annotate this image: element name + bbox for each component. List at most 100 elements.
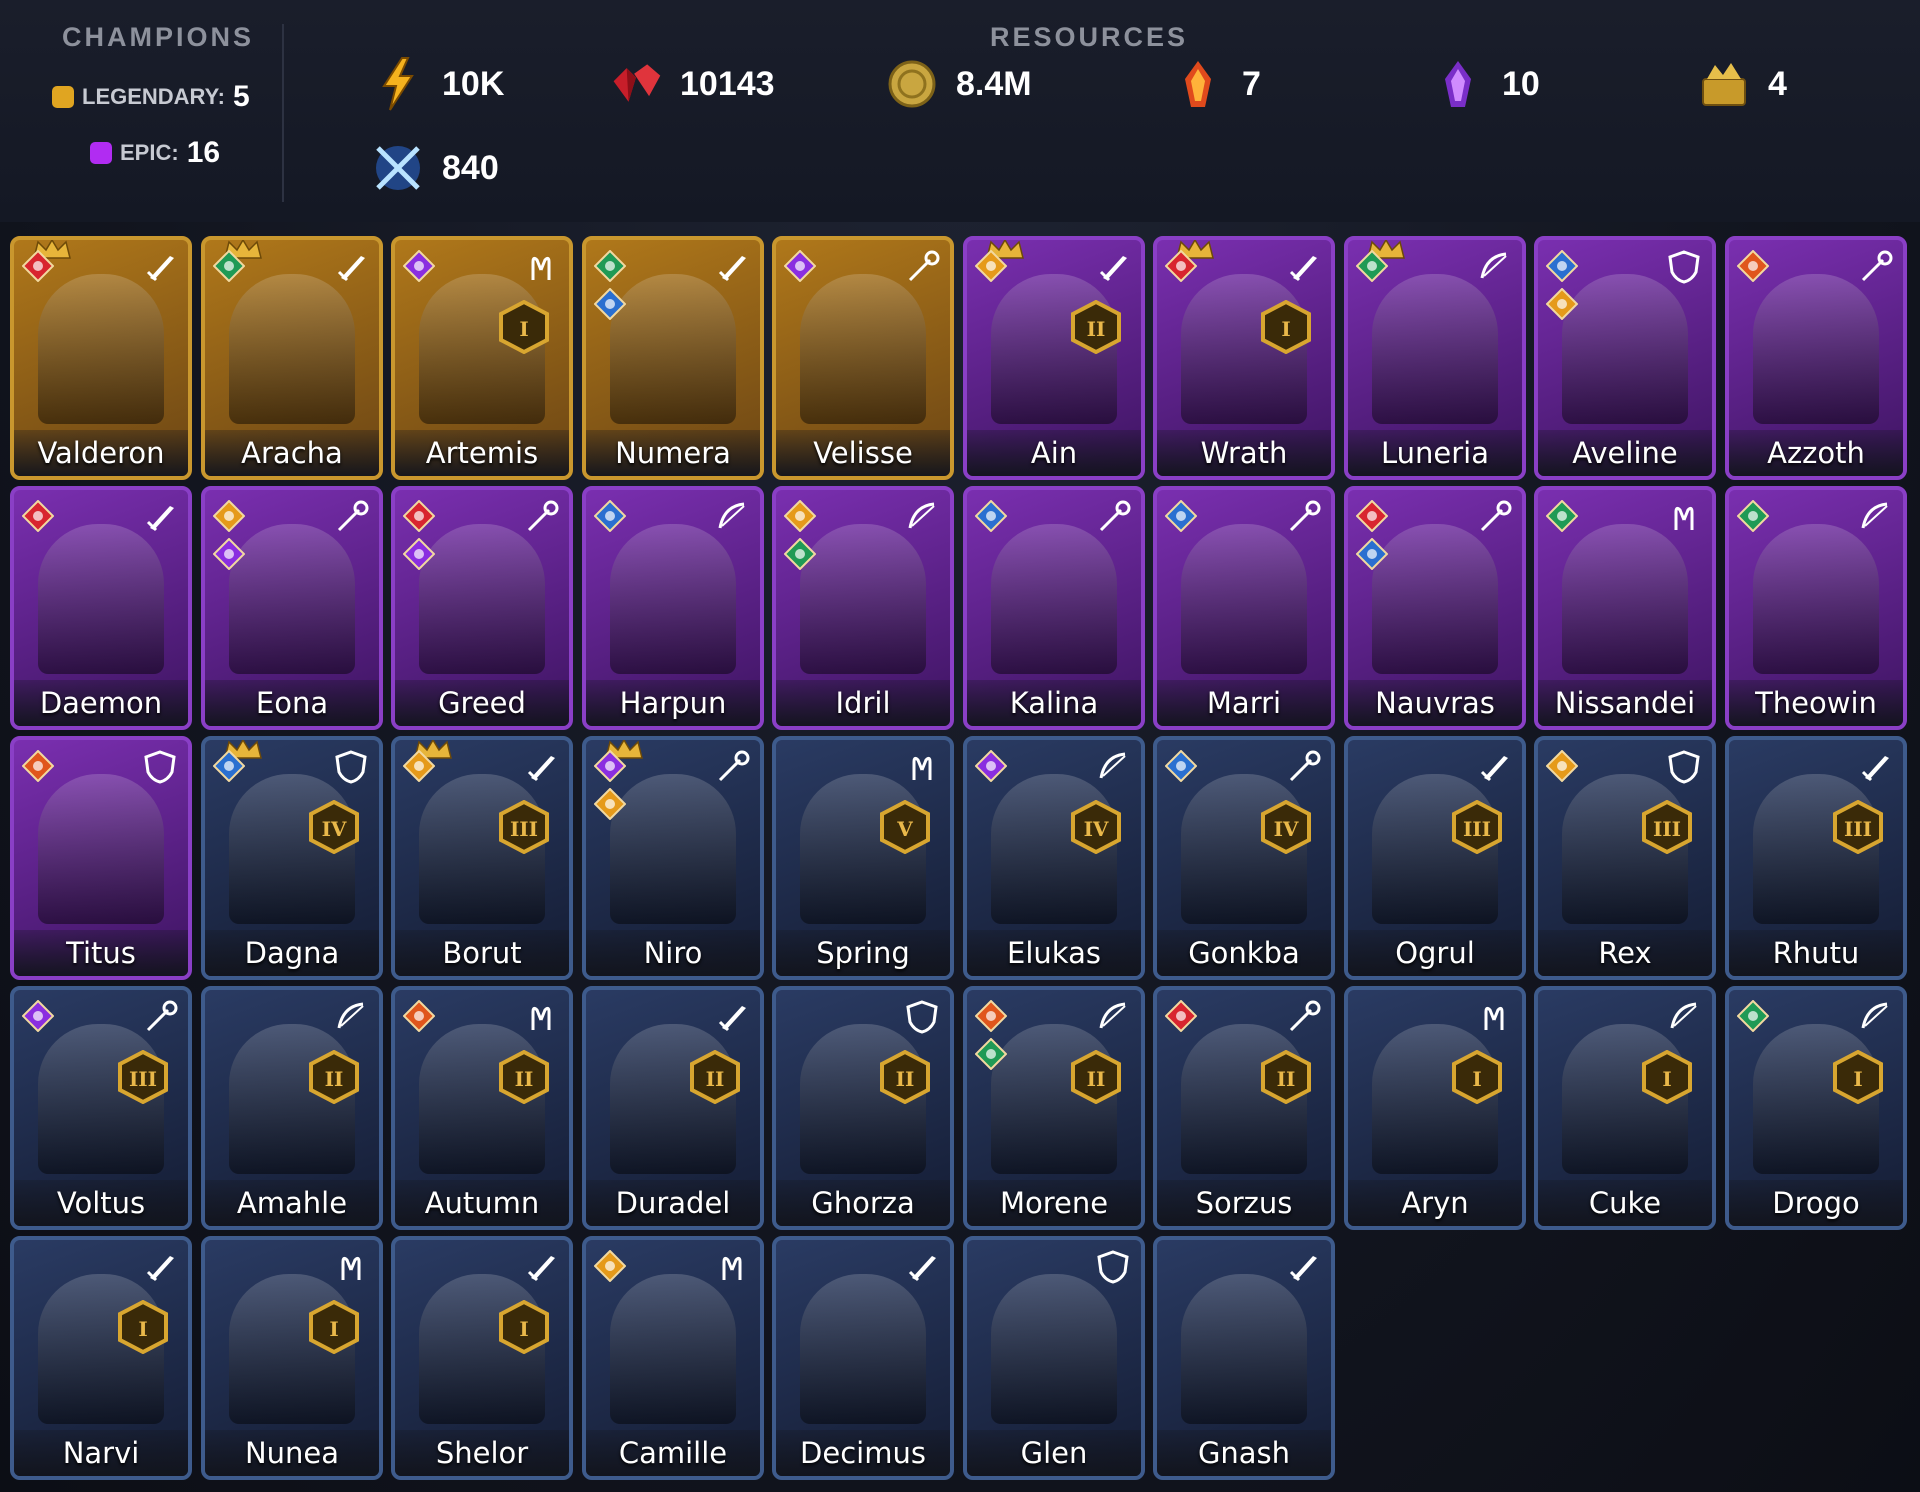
champion-card-narvi[interactable]: I Narvi: [10, 1236, 192, 1480]
svg-text:II: II: [1277, 1067, 1296, 1091]
champion-card-ogrul[interactable]: III Ogrul: [1344, 736, 1526, 980]
ascension-rank-badge: III: [118, 1050, 168, 1104]
champion-card-glen[interactable]: Glen: [963, 1236, 1145, 1480]
sword-icon: [1480, 756, 1508, 782]
ascension-rank-badge: II: [1071, 1050, 1121, 1104]
svg-text:I: I: [519, 1317, 528, 1341]
spirit-icon: [1737, 1000, 1769, 1032]
champion-name: Drogo: [1772, 1186, 1860, 1220]
champion-card-amahle[interactable]: II Amahle: [201, 986, 383, 1230]
champion-card-decimus[interactable]: Decimus: [772, 1236, 954, 1480]
champion-card-camille[interactable]: Camille: [582, 1236, 764, 1480]
champion-card-duradel[interactable]: II Duradel: [582, 986, 764, 1230]
ascension-rank-badge: I: [309, 1300, 359, 1354]
champion-card-gonkba[interactable]: IV Gonkba: [1153, 736, 1335, 980]
void-icon: [403, 250, 435, 282]
champion-card-daemon[interactable]: Daemon: [10, 486, 192, 730]
champion-card-cuke[interactable]: I Cuke: [1534, 986, 1716, 1230]
champion-card-wrath[interactable]: I Wrath: [1153, 236, 1335, 480]
champion-card-spring[interactable]: V Spring: [772, 736, 954, 980]
champion-portrait: [800, 274, 926, 424]
champion-card-ghorza[interactable]: II Ghorza: [772, 986, 954, 1230]
magic-icon: [594, 288, 626, 320]
sun-icon: [594, 788, 626, 820]
champion-card-harpun[interactable]: Harpun: [582, 486, 764, 730]
champion-card-kalina[interactable]: Kalina: [963, 486, 1145, 730]
bow-icon: [1861, 502, 1888, 529]
champion-card-nunea[interactable]: I Nunea: [201, 1236, 383, 1480]
sword-icon: [527, 756, 555, 782]
shield-icon: [1668, 250, 1700, 284]
champion-card-azzoth[interactable]: Azzoth: [1725, 236, 1907, 480]
svg-text:II: II: [325, 1067, 344, 1091]
champion-name: Glen: [1020, 1436, 1088, 1470]
legendary-count: 5: [233, 80, 250, 113]
champion-card-aryn[interactable]: I Aryn: [1344, 986, 1526, 1230]
champion-card-rhutu[interactable]: III Rhutu: [1725, 736, 1907, 980]
hands-icon: [1674, 506, 1694, 530]
champion-card-ain[interactable]: II Ain: [963, 236, 1145, 480]
ascension-rank-badge: III: [1833, 800, 1883, 854]
champion-card-greed[interactable]: Greed: [391, 486, 573, 730]
arena-token-value: 840: [442, 148, 499, 187]
fire-icon: [403, 1000, 435, 1032]
champion-card-autumn[interactable]: II Autumn: [391, 986, 573, 1230]
champion-card-eona[interactable]: Eona: [201, 486, 383, 730]
champion-name: Daemon: [39, 686, 163, 720]
champion-card-aracha[interactable]: Aracha: [201, 236, 383, 480]
champion-card-titus[interactable]: Titus: [10, 736, 192, 980]
champion-card-numera[interactable]: Numera: [582, 236, 764, 480]
champion-name: Morene: [999, 1186, 1109, 1220]
champion-name: Sorzus: [1195, 1186, 1293, 1220]
sun-icon: [213, 500, 245, 532]
champion-card-elukas[interactable]: IV Elukas: [963, 736, 1145, 980]
staff-icon: [908, 250, 940, 282]
champion-name: Voltus: [56, 1186, 146, 1220]
champion-card-borut[interactable]: III Borut: [391, 736, 573, 980]
champion-name: Elukas: [1007, 936, 1101, 970]
champion-card-morene[interactable]: II Morene: [963, 986, 1145, 1230]
sword-icon: [1099, 256, 1127, 282]
champion-name: Ghorza: [811, 1186, 915, 1220]
champion-card-velisse[interactable]: Velisse: [772, 236, 954, 480]
champion-card-dagna[interactable]: IV Dagna: [201, 736, 383, 980]
svg-text:III: III: [129, 1067, 157, 1091]
champion-card-voltus[interactable]: III Voltus: [10, 986, 192, 1230]
champion-card-valderon[interactable]: Valderon: [10, 236, 192, 480]
svg-text:III: III: [1463, 817, 1491, 841]
champion-name: Narvi: [62, 1436, 140, 1470]
champion-card-shelor[interactable]: I Shelor: [391, 1236, 573, 1480]
shield-icon: [1668, 750, 1700, 784]
champion-card-nauvras[interactable]: Nauvras: [1344, 486, 1526, 730]
champion-name: Idril: [835, 686, 891, 720]
champion-card-sorzus[interactable]: II Sorzus: [1153, 986, 1335, 1230]
sword-icon: [527, 1256, 555, 1282]
void-icon: [22, 1000, 54, 1032]
champion-card-marri[interactable]: Marri: [1153, 486, 1335, 730]
magic-icon: [1356, 538, 1388, 570]
champion-card-rex[interactable]: III Rex: [1534, 736, 1716, 980]
hands-icon: [722, 1256, 742, 1280]
svg-text:I: I: [329, 1317, 338, 1341]
champion-name: Harpun: [619, 686, 727, 720]
champion-card-niro[interactable]: Niro: [582, 736, 764, 980]
ascension-rank-badge: II: [880, 1050, 930, 1104]
champion-card-theowin[interactable]: Theowin: [1725, 486, 1907, 730]
champion-name: Duradel: [615, 1186, 731, 1220]
bow-icon: [1480, 252, 1507, 279]
ruby-icon: [608, 56, 664, 112]
champion-portrait: [38, 524, 164, 674]
champion-name: Luneria: [1381, 436, 1489, 470]
champion-card-luneria[interactable]: Luneria: [1344, 236, 1526, 480]
champion-card-nissandei[interactable]: Nissandei: [1534, 486, 1716, 730]
champion-card-drogo[interactable]: I Drogo: [1725, 986, 1907, 1230]
champion-portrait: [610, 274, 736, 424]
champion-portrait: [610, 524, 736, 674]
champion-card-idril[interactable]: Idril: [772, 486, 954, 730]
staff-icon: [1289, 750, 1321, 782]
champion-card-aveline[interactable]: Aveline: [1534, 236, 1716, 480]
champion-card-artemis[interactable]: I Artemis: [391, 236, 573, 480]
champion-card-gnash[interactable]: Gnash: [1153, 1236, 1335, 1480]
champion-portrait: [1372, 524, 1498, 674]
epic-label: EPIC:: [120, 140, 179, 165]
